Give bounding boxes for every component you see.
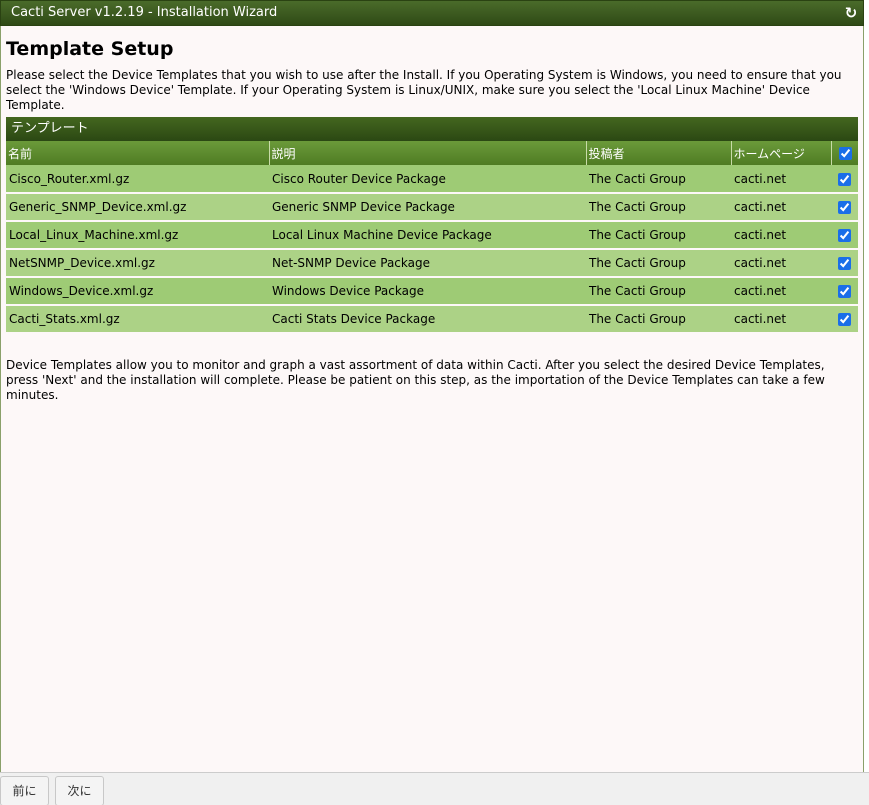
template-name: Local_Linux_Machine.xml.gz: [6, 221, 269, 250]
template-author: The Cacti Group: [586, 193, 731, 222]
template-description: Cacti Stats Device Package: [269, 305, 586, 334]
select-all-checkbox[interactable]: [839, 147, 853, 160]
table-row[interactable]: Generic_SNMP_Device.xml.gz Generic SNMP …: [6, 193, 858, 222]
template-description: Windows Device Package: [269, 277, 586, 306]
template-name: Cacti_Stats.xml.gz: [6, 305, 269, 334]
template-checkbox[interactable]: [838, 285, 851, 298]
table-row[interactable]: Cisco_Router.xml.gz Cisco Router Device …: [6, 165, 858, 194]
template-description: Generic SNMP Device Package: [269, 193, 586, 222]
template-checkbox[interactable]: [838, 313, 851, 326]
template-homepage: cacti.net: [731, 249, 831, 278]
column-header-name[interactable]: 名前: [6, 141, 270, 165]
page-title: Template Setup: [6, 38, 174, 60]
template-author: The Cacti Group: [586, 221, 731, 250]
outro-text: Device Templates allow you to monitor an…: [6, 358, 825, 402]
template-name: Cisco_Router.xml.gz: [6, 165, 269, 194]
panel-title: テンプレート: [6, 117, 858, 141]
table-row[interactable]: Local_Linux_Machine.xml.gz Local Linux M…: [6, 221, 858, 250]
table-row[interactable]: Windows_Device.xml.gz Windows Device Pac…: [6, 277, 858, 306]
template-homepage: cacti.net: [731, 277, 831, 306]
template-checkbox[interactable]: [838, 172, 851, 186]
template-table: 名前 説明 投稿者 ホームページ Cisco_Router.xml.gz Cis…: [6, 141, 858, 334]
column-header-author[interactable]: 投稿者: [586, 141, 732, 165]
template-panel: テンプレート 名前 説明 投稿者 ホームページ Cisco_Router.xml…: [6, 117, 858, 334]
column-header-description[interactable]: 説明: [269, 141, 587, 165]
template-description: Cisco Router Device Package: [269, 165, 586, 194]
template-author: The Cacti Group: [586, 249, 731, 278]
wizard-footer: 前に 次に: [0, 772, 869, 805]
template-homepage: cacti.net: [731, 165, 831, 194]
template-description: Local Linux Machine Device Package: [269, 221, 586, 250]
window-title: Cacti Server v1.2.19 - Installation Wiza…: [11, 5, 278, 20]
template-checkbox[interactable]: [838, 229, 851, 242]
template-author: The Cacti Group: [586, 277, 731, 306]
next-button[interactable]: 次に: [55, 776, 104, 805]
column-header-homepage[interactable]: ホームページ: [731, 141, 832, 165]
template-homepage: cacti.net: [731, 193, 831, 222]
wizard-content: Template Setup Please select the Device …: [0, 26, 864, 772]
previous-button[interactable]: 前に: [0, 776, 49, 805]
intro-text: Please select the Device Templates that …: [6, 68, 842, 112]
template-name: Windows_Device.xml.gz: [6, 277, 269, 306]
template-description: Net-SNMP Device Package: [269, 249, 586, 278]
template-checkbox[interactable]: [838, 201, 851, 214]
table-row[interactable]: Cacti_Stats.xml.gz Cacti Stats Device Pa…: [6, 305, 858, 334]
template-homepage: cacti.net: [731, 221, 831, 250]
template-checkbox[interactable]: [838, 257, 851, 270]
column-header-select-all: [831, 141, 858, 165]
window-titlebar: Cacti Server v1.2.19 - Installation Wiza…: [0, 0, 864, 26]
template-author: The Cacti Group: [586, 305, 731, 334]
template-name: Generic_SNMP_Device.xml.gz: [6, 193, 269, 222]
refresh-icon[interactable]: ↻: [843, 5, 859, 21]
template-homepage: cacti.net: [731, 305, 831, 334]
table-row[interactable]: NetSNMP_Device.xml.gz Net-SNMP Device Pa…: [6, 249, 858, 278]
template-author: The Cacti Group: [586, 165, 731, 194]
template-name: NetSNMP_Device.xml.gz: [6, 249, 269, 278]
table-header-row: 名前 説明 投稿者 ホームページ: [6, 141, 858, 165]
